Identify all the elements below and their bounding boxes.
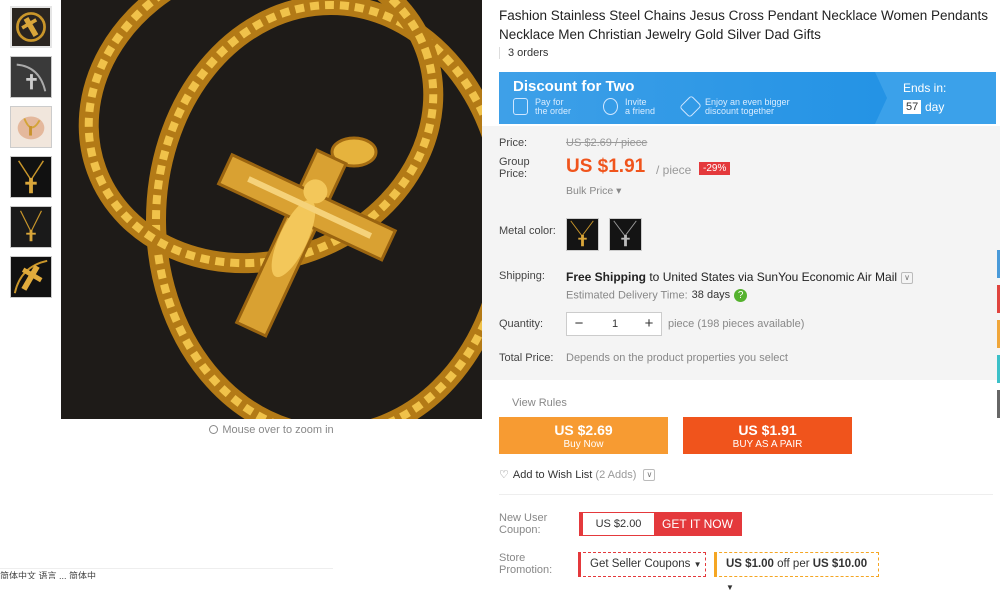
total-price-label: Total Price:: [499, 352, 554, 364]
new-user-coupon: US $2.00 GET IT NOW: [579, 512, 742, 536]
original-price: US $2.69 / piece: [566, 137, 648, 149]
chevron-down-icon[interactable]: ∨: [901, 271, 914, 284]
shipping-info[interactable]: Free Shipping to United States via SunYo…: [566, 270, 914, 284]
add-to-wishlist[interactable]: ♡ Add to Wish List (2 Adds) ∨: [499, 468, 656, 482]
product-title: Fashion Stainless Steel Chains Jesus Cro…: [499, 8, 989, 42]
banner-feature-discount: Enjoy an even bigger discount together: [705, 97, 790, 116]
discount-badge: -29%: [699, 162, 731, 175]
view-rules-link[interactable]: View Rules: [512, 397, 567, 409]
ends-in-box: Ends in: 57 day: [875, 72, 996, 124]
product-info: Fashion Stainless Steel Chains Jesus Cro…: [482, 0, 1000, 592]
zoom-hint: Mouse over to zoom in: [61, 424, 482, 436]
quantity-stepper: − 1 +: [566, 312, 662, 336]
seller-coupons-dropdown[interactable]: Get Seller Coupons ▼: [578, 552, 706, 577]
thumbnail-3[interactable]: [10, 106, 52, 148]
help-icon[interactable]: ?: [734, 289, 748, 302]
price-unit: / piece: [656, 163, 692, 177]
invite-icon: [603, 98, 618, 115]
discount-for-two-banner[interactable]: Discount for Two Pay for the order Invite…: [499, 72, 996, 124]
purchase-panel: [482, 126, 1000, 380]
metal-color-gold[interactable]: [566, 218, 599, 251]
group-price: US $1.91: [566, 156, 646, 177]
new-user-coupon-label: New User Coupon:: [499, 512, 548, 536]
total-price-value: Depends on the product properties you se…: [566, 352, 788, 364]
coupon-amount: US $2.00: [580, 513, 654, 535]
thumbnail-2[interactable]: [10, 56, 52, 98]
banner-title: Discount for Two: [513, 78, 635, 95]
delivery-estimate: Estimated Delivery Time: 38 days?: [566, 289, 748, 302]
store-promotion-dropdown[interactable]: US $1.00 off per US $10.00 ▼: [714, 552, 879, 592]
quantity-input[interactable]: 1: [597, 318, 633, 330]
ends-days-count: 57: [903, 100, 922, 114]
thumbnail-list: [10, 6, 54, 306]
pay-icon: [513, 98, 528, 115]
metal-color-label: Metal color:: [499, 225, 556, 237]
thumbnail-5[interactable]: [10, 206, 52, 248]
price-label: Price:: [499, 137, 528, 149]
thumbnail-4[interactable]: [10, 156, 52, 198]
banner-feature-invite: Invite a friend: [625, 97, 656, 116]
banner-feature-pay: Pay for the order: [535, 97, 572, 116]
shipping-label: Shipping:: [499, 270, 545, 282]
main-product-image[interactable]: [61, 0, 482, 419]
divider: [499, 494, 993, 495]
quantity-label: Quantity:: [499, 318, 544, 330]
language-bar-fragment: 简体中文 语言 ... 简体中: [0, 568, 333, 579]
chevron-down-icon[interactable]: ∨: [643, 469, 656, 482]
decrement-button[interactable]: −: [569, 315, 589, 332]
caret-down-icon: ▼: [726, 583, 734, 592]
thumbnail-1[interactable]: [10, 6, 52, 48]
magnifier-icon: [209, 425, 219, 434]
store-promotion-label: Store Promotion:: [499, 552, 553, 576]
increment-button[interactable]: +: [639, 315, 659, 332]
tag-icon: [679, 95, 702, 118]
caret-down-icon: ▼: [693, 560, 702, 569]
heart-icon: ♡: [499, 469, 509, 481]
metal-color-silver[interactable]: [609, 218, 642, 251]
bulk-price-toggle[interactable]: Bulk Price ▾: [566, 185, 621, 197]
order-count: 3 orders: [499, 47, 548, 59]
buy-as-pair-button[interactable]: US $1.91 BUY AS A PAIR: [683, 417, 852, 454]
get-it-now-button[interactable]: GET IT NOW: [654, 513, 741, 535]
group-price-label: Group Price:: [499, 156, 530, 180]
available-quantity: piece (198 pieces available): [668, 318, 805, 330]
thumbnail-6[interactable]: [10, 256, 52, 298]
buy-now-button[interactable]: US $2.69 Buy Now: [499, 417, 668, 454]
